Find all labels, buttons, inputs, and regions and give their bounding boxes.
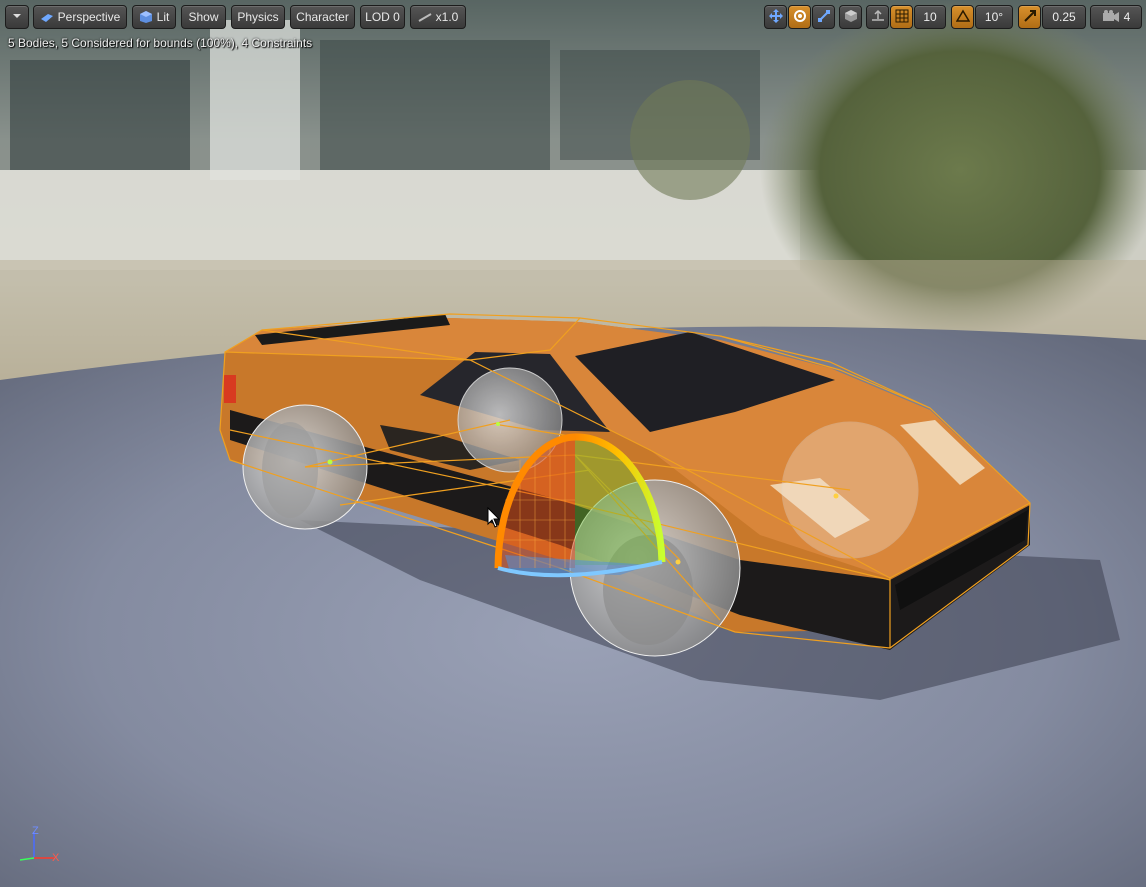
rotation-snap-value: 10° [984,10,1004,24]
character-button[interactable]: Character [290,5,355,29]
character-label: Character [296,10,349,24]
mouse-cursor-icon [487,507,501,528]
show-label: Show [188,10,219,24]
speed-icon [418,10,432,24]
speed-label: x1.0 [435,10,459,24]
scale-mode-button[interactable] [812,5,835,29]
playback-speed-button[interactable]: x1.0 [410,5,466,29]
cube-lit-icon [139,10,153,24]
axis-x-label: X [52,852,60,864]
viewport-stats: 5 Bodies, 5 Considered for bounds (100%)… [8,36,313,50]
axis-z-label: Z [32,825,39,837]
rotate-mode-button[interactable] [788,5,811,29]
coordinate-system-button[interactable] [839,5,862,29]
grid-snap-value-dropdown[interactable]: 10 [914,5,946,29]
lit-mode-button[interactable]: Lit [132,5,176,29]
chevron-down-icon [12,10,22,24]
grid-snap-toggle[interactable] [890,5,913,29]
move-arrows-icon [768,8,784,27]
viewport-options-button[interactable] [5,5,29,29]
physics-asset-viewport[interactable]: Perspective Lit Show Physics Character L… [0,0,1146,887]
angle-icon [955,9,970,26]
cube-icon [843,8,859,27]
view-mode-label: Perspective [57,10,121,24]
translate-mode-button[interactable] [764,5,787,29]
axis-gizmo [19,832,54,861]
surface-snap-icon [870,8,886,27]
scale-snap-toggle[interactable] [1018,5,1041,29]
camera-speed-button[interactable]: 4 [1090,5,1142,29]
perspective-icon [40,10,54,24]
scale-icon [816,8,832,27]
physics-button[interactable]: Physics [231,5,285,29]
surface-snapping-button[interactable] [866,5,889,29]
viewport-scene [0,0,1146,887]
camera-speed-value: 4 [1123,10,1131,24]
scale-snap-value: 0.25 [1052,10,1076,24]
camera-icon [1102,9,1120,26]
rotation-snap-toggle[interactable] [951,5,974,29]
grid-snap-value: 10 [923,10,937,24]
physics-label: Physics [237,10,279,24]
rotation-snap-value-dropdown[interactable]: 10° [975,5,1013,29]
scale-snap-value-dropdown[interactable]: 0.25 [1042,5,1086,29]
lit-label: Lit [156,10,170,24]
lod-label: LOD 0 [365,10,400,24]
lod-button[interactable]: LOD 0 [360,5,405,29]
rotate-icon [792,8,808,27]
scale-snap-icon [1023,9,1037,26]
view-mode-button[interactable]: Perspective [33,5,127,29]
grid-icon [895,9,909,26]
show-button[interactable]: Show [181,5,226,29]
